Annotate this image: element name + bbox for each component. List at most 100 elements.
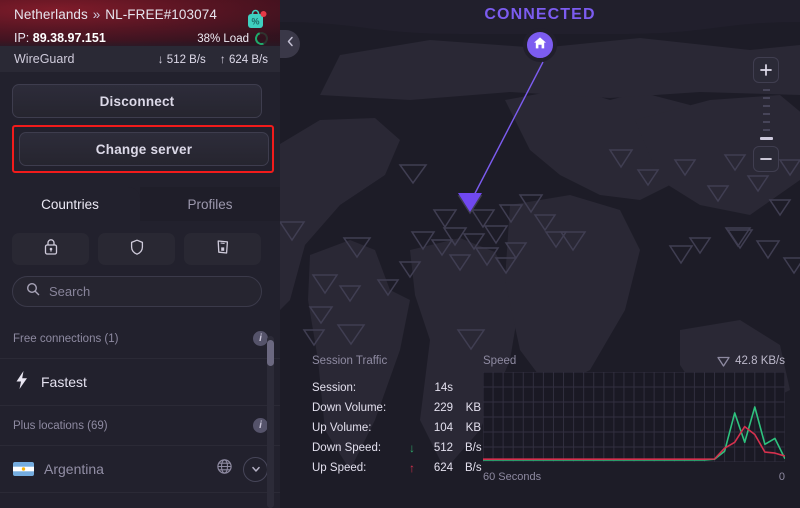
speed-chart-xlabel-left: 60 Seconds <box>483 471 542 483</box>
search-area <box>0 265 280 307</box>
chevron-down-icon[interactable] <box>243 456 268 482</box>
triangle-down-icon <box>717 356 730 367</box>
session-stat-unit: KB <box>465 422 481 434</box>
session-traffic-title: Session Traffic <box>312 355 388 367</box>
speed-chart-max: 42.8 KB/s <box>717 355 785 367</box>
upload-rate: ↑ 624 B/s <box>220 52 268 66</box>
disconnect-button[interactable]: Disconnect <box>12 84 262 118</box>
session-stat-value: 512 <box>433 442 453 454</box>
download-rate-value: 512 B/s <box>166 54 206 66</box>
session-stat-value: 104 <box>433 422 453 434</box>
speed-chart-header: Speed 42.8 KB/s <box>483 355 785 367</box>
speed-chart-graph <box>482 371 786 463</box>
list-item-argentina[interactable]: Argentina <box>0 446 280 493</box>
load-label: 38% Load <box>197 32 249 45</box>
info-icon-plus[interactable]: i <box>253 418 268 433</box>
zoom-tick-current <box>759 137 773 140</box>
list-item-label: Argentina <box>44 461 104 477</box>
session-stat-unit: KB <box>465 402 481 414</box>
load-ring-icon <box>252 29 271 46</box>
download-arrow-icon: ↓ <box>157 52 164 66</box>
sidebar-scrollbar[interactable] <box>267 336 274 508</box>
sidebar: Netherlands » NL-FREE#103074 IP: 89.38.9… <box>0 0 280 508</box>
shield-icon <box>129 238 145 261</box>
server-header: Netherlands » NL-FREE#103074 IP: 89.38.9… <box>0 0 280 46</box>
zoom-out-button[interactable] <box>753 146 779 172</box>
lock-icon <box>43 238 59 261</box>
sidebar-scrollbar-thumb[interactable] <box>267 340 274 366</box>
filter-secure-button[interactable] <box>12 233 89 265</box>
speed-chart-panel: Speed 42.8 KB/s 60 Seconds 0 <box>482 355 786 483</box>
group-free-label: Free connections (1) <box>13 332 119 345</box>
server-name: NL-FREE#103074 <box>105 7 217 22</box>
protocol-rates: ↓ 512 B/s ↑ 624 B/s <box>158 52 268 66</box>
tab-bar: Countries Profiles <box>0 187 280 221</box>
search-icon <box>26 282 40 301</box>
search-input[interactable] <box>49 284 248 299</box>
download-rate: ↓ 512 B/s <box>158 52 206 66</box>
streaming-icon <box>215 238 231 261</box>
ip-value: 89.38.97.151 <box>32 31 106 45</box>
speed-chart-title: Speed <box>483 355 517 367</box>
session-stat-label: Up Speed: <box>312 462 367 474</box>
plus-icon <box>760 64 772 76</box>
session-traffic-rows: Session: 14s Down Volume: 229 KB Up Volume: 10… <box>312 378 487 478</box>
home-location-pin[interactable] <box>523 28 557 62</box>
globe-icon[interactable] <box>216 458 233 480</box>
tab-profiles[interactable]: Profiles <box>140 187 280 221</box>
zoom-tick <box>762 113 770 115</box>
session-stat-value: 624 <box>433 462 453 474</box>
protocol-name: WireGuard <box>14 52 75 66</box>
minus-icon <box>760 158 772 160</box>
discount-bag-icon[interactable]: % <box>244 8 268 32</box>
session-stat-row: Up Volume: 104 KB <box>312 418 487 438</box>
map-zoom-controls <box>753 57 779 172</box>
filter-streaming-button[interactable] <box>184 233 261 265</box>
list-item-label: Fastest <box>41 374 87 390</box>
zoom-in-button[interactable] <box>753 57 779 83</box>
search-box[interactable] <box>12 276 262 307</box>
server-title: Netherlands » NL-FREE#103074 <box>14 7 217 22</box>
session-stat-arrow-icon: ↓ <box>409 441 415 455</box>
speed-chart-xlabel-right: 0 <box>778 471 785 483</box>
server-separator: » <box>92 7 101 22</box>
speed-chart-max-value: 42.8 KB/s <box>735 355 785 367</box>
tab-countries[interactable]: Countries <box>0 187 140 221</box>
server-ip: IP: 89.38.97.151 <box>14 31 106 45</box>
session-traffic-panel: Session Traffic Session: 14s Down Volume: 2… <box>312 355 487 478</box>
vpn-client-window: Netherlands » NL-FREE#103074 IP: 89.38.9… <box>0 0 800 508</box>
info-icon-free[interactable]: i <box>253 331 268 346</box>
change-server-highlight: Change server <box>12 125 274 173</box>
upload-arrow-icon: ↑ <box>219 52 226 66</box>
zoom-tick <box>762 89 770 91</box>
chevron-left-icon <box>285 35 296 53</box>
zoom-level-slider[interactable] <box>753 83 779 146</box>
zoom-tick <box>762 121 770 123</box>
session-stat-label: Down Volume: <box>312 402 387 414</box>
home-icon <box>532 35 548 56</box>
protocol-bar: WireGuard ↓ 512 B/s ↑ 624 B/s <box>0 46 280 72</box>
action-buttons: Disconnect Change server <box>0 72 280 173</box>
session-stat-row: Down Volume: 229 KB <box>312 398 487 418</box>
group-plus-locations: Plus locations (69) i <box>0 406 280 446</box>
session-stat-label: Down Speed: <box>312 442 382 454</box>
session-stat-row: Session: 14s <box>312 378 487 398</box>
change-server-button[interactable]: Change server <box>19 132 269 166</box>
lightning-icon <box>13 370 31 395</box>
session-stat-label: Up Volume: <box>312 422 372 434</box>
session-stat-row: Up Speed: ↑ 624 B/s <box>312 458 487 478</box>
session-stat-value: 229 <box>433 402 453 414</box>
upload-rate-value: 624 B/s <box>229 54 268 66</box>
session-stat-value: 14s <box>434 382 453 394</box>
server-load: 38% Load <box>197 29 271 46</box>
flag-icon-argentina <box>13 462 34 476</box>
group-free-connections: Free connections (1) i <box>0 319 280 359</box>
zoom-tick <box>762 97 770 99</box>
speed-chart-axis: 60 Seconds 0 <box>483 471 785 483</box>
svg-text:%: % <box>251 17 259 27</box>
list-item-fastest[interactable]: Fastest <box>0 359 280 406</box>
filter-protected-button[interactable] <box>98 233 175 265</box>
connection-status: CONNECTED <box>484 6 596 23</box>
ip-label: IP: <box>14 31 30 45</box>
session-stat-label: Session: <box>312 382 357 394</box>
